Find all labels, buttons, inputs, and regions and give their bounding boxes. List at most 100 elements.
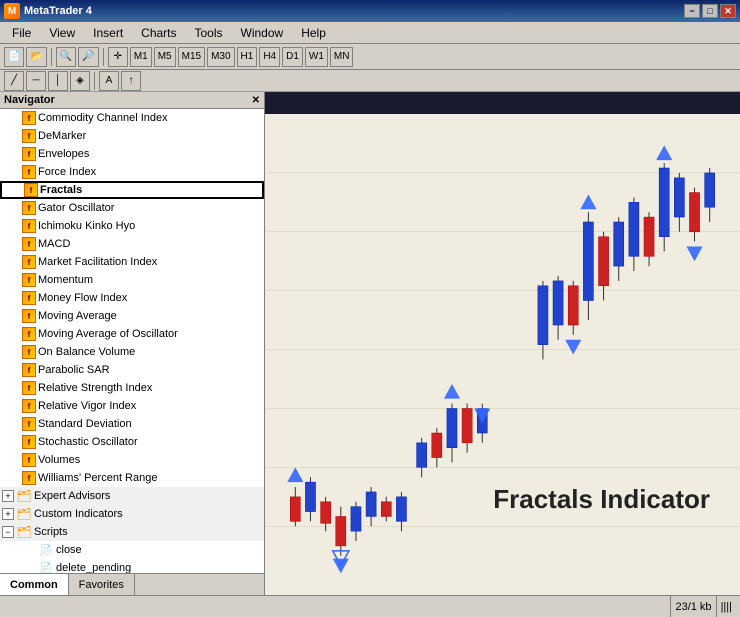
tree-item-ea[interactable]: + 🗂 Expert Advisors bbox=[0, 487, 264, 505]
menu-tools[interactable]: Tools bbox=[187, 24, 231, 42]
fib-button[interactable]: ◈ bbox=[70, 71, 90, 91]
indicator-icon-envelopes: f bbox=[22, 147, 36, 161]
tree-item-envelopes[interactable]: f Envelopes bbox=[0, 145, 264, 163]
text-button[interactable]: A bbox=[99, 71, 119, 91]
tab-favorites[interactable]: Favorites bbox=[69, 574, 135, 595]
navigator-title: Navigator bbox=[4, 94, 55, 106]
indicator-icon-mfi: f bbox=[22, 255, 36, 269]
period-w1-button[interactable]: W1 bbox=[305, 47, 328, 67]
tree-item-ma[interactable]: f Moving Average bbox=[0, 307, 264, 325]
period-m30-button[interactable]: M30 bbox=[207, 47, 234, 67]
tree-item-delete-pending[interactable]: 📄 delete_pending bbox=[0, 559, 264, 573]
tree-item-wpr[interactable]: f Williams' Percent Range bbox=[0, 469, 264, 487]
toolbar: 📄 📂 🔍 🔎 ✛ M1 M5 M15 M30 H1 H4 D1 W1 MN bbox=[0, 44, 740, 70]
hline-button[interactable]: ─ bbox=[26, 71, 46, 91]
tree-item-money-flow[interactable]: f Money Flow Index bbox=[0, 289, 264, 307]
navigator-tree[interactable]: f Commodity Channel Index f DeMarker f E… bbox=[0, 109, 264, 573]
indicator-icon-ma: f bbox=[22, 309, 36, 323]
crosshair-button[interactable]: ✛ bbox=[108, 47, 128, 67]
status-text: 23/1 kb bbox=[675, 601, 711, 613]
indicator-icon-rsi: f bbox=[22, 381, 36, 395]
tree-label-parabolic: Parabolic SAR bbox=[38, 364, 110, 376]
expand-ea-icon[interactable]: + bbox=[2, 490, 14, 502]
sub-toolbar: ╱ ─ │ ◈ A ↑ bbox=[0, 70, 740, 92]
arrow-button[interactable]: ↑ bbox=[121, 71, 141, 91]
indicator-icon-gator: f bbox=[22, 201, 36, 215]
indicator-icon-ichimoku: f bbox=[22, 219, 36, 233]
tree-item-mao[interactable]: f Moving Average of Oscillator bbox=[0, 325, 264, 343]
tree-label-macd: MACD bbox=[38, 238, 70, 250]
vline-button[interactable]: │ bbox=[48, 71, 68, 91]
period-h1-button[interactable]: H1 bbox=[237, 47, 258, 67]
tree-item-stoch[interactable]: f Stochastic Oscillator bbox=[0, 433, 264, 451]
menu-window[interactable]: Window bbox=[233, 24, 292, 42]
navigator-close-button[interactable]: ✕ bbox=[252, 95, 260, 106]
period-m15-button[interactable]: M15 bbox=[178, 47, 205, 67]
indicator-icon-stddev: f bbox=[22, 417, 36, 431]
period-h4-button[interactable]: H4 bbox=[259, 47, 280, 67]
expand-scripts-icon[interactable]: − bbox=[2, 526, 14, 538]
expand-custom-icon[interactable]: + bbox=[2, 508, 14, 520]
open-button[interactable]: 📂 bbox=[26, 47, 46, 67]
tree-item-gator[interactable]: f Gator Oscillator bbox=[0, 199, 264, 217]
title-bar-controls: − □ ✕ bbox=[684, 4, 736, 18]
menu-charts[interactable]: Charts bbox=[133, 24, 184, 42]
chart-canvas: Fractals bbox=[265, 114, 740, 595]
menu-file[interactable]: File bbox=[4, 24, 39, 42]
tree-label-stoch: Stochastic Oscillator bbox=[38, 436, 138, 448]
title-bar-text: MetaTrader 4 bbox=[24, 5, 92, 17]
line-tool-button[interactable]: ╱ bbox=[4, 71, 24, 91]
tree-item-obv[interactable]: f On Balance Volume bbox=[0, 343, 264, 361]
indicator-icon-money-flow: f bbox=[22, 291, 36, 305]
indicator-icon-cci: f bbox=[22, 111, 36, 125]
indicator-icon-macd: f bbox=[22, 237, 36, 251]
tree-item-parabolic[interactable]: f Parabolic SAR bbox=[0, 361, 264, 379]
app-icon: M bbox=[4, 3, 20, 19]
zoom-out-button[interactable]: 🔎 bbox=[78, 47, 98, 67]
tree-label-ichimoku: Ichimoku Kinko Hyo bbox=[38, 220, 135, 232]
tree-item-fractals[interactable]: f Fractals bbox=[0, 181, 264, 199]
tree-item-macd[interactable]: f MACD bbox=[0, 235, 264, 253]
indicator-icon-demarker: f bbox=[22, 129, 36, 143]
indicator-icon-stoch: f bbox=[22, 435, 36, 449]
tree-label-gator: Gator Oscillator bbox=[38, 202, 114, 214]
close-button[interactable]: ✕ bbox=[720, 4, 736, 18]
maximize-button[interactable]: □ bbox=[702, 4, 718, 18]
main-container: Navigator ✕ f Commodity Channel Index f … bbox=[0, 92, 740, 595]
period-m5-button[interactable]: M5 bbox=[154, 47, 176, 67]
chart-area: Fractals bbox=[265, 92, 740, 595]
tree-item-rsi[interactable]: f Relative Strength Index bbox=[0, 379, 264, 397]
menu-view[interactable]: View bbox=[41, 24, 83, 42]
period-mn-button[interactable]: MN bbox=[330, 47, 354, 67]
menu-insert[interactable]: Insert bbox=[85, 24, 131, 42]
tree-item-force[interactable]: f Force Index bbox=[0, 163, 264, 181]
new-chart-button[interactable]: 📄 bbox=[4, 47, 24, 67]
period-d1-button[interactable]: D1 bbox=[282, 47, 303, 67]
menu-help[interactable]: Help bbox=[293, 24, 334, 42]
tree-item-ichimoku[interactable]: f Ichimoku Kinko Hyo bbox=[0, 217, 264, 235]
tree-item-mfi[interactable]: f Market Facilitation Index bbox=[0, 253, 264, 271]
status-bar-bars: |||| bbox=[721, 601, 732, 613]
tree-label-ea: Expert Advisors bbox=[34, 490, 110, 502]
tree-label-close: close bbox=[56, 544, 82, 556]
period-button[interactable]: M1 bbox=[130, 47, 152, 67]
tab-common[interactable]: Common bbox=[0, 574, 69, 595]
tree-item-stddev[interactable]: f Standard Deviation bbox=[0, 415, 264, 433]
tree-label-force: Force Index bbox=[38, 166, 96, 178]
zoom-in-button[interactable]: 🔍 bbox=[56, 47, 76, 67]
tree-label-rvi: Relative Vigor Index bbox=[38, 400, 136, 412]
minimize-button[interactable]: − bbox=[684, 4, 700, 18]
tree-item-momentum[interactable]: f Momentum bbox=[0, 271, 264, 289]
tree-item-custom[interactable]: + 🗂 Custom Indicators bbox=[0, 505, 264, 523]
tree-item-close[interactable]: 📄 close bbox=[0, 541, 264, 559]
indicator-icon-mao: f bbox=[22, 327, 36, 341]
fractals-indicator-label: Fractals Indicator bbox=[493, 484, 710, 515]
tree-label-envelopes: Envelopes bbox=[38, 148, 89, 160]
tree-item-demarker[interactable]: f DeMarker bbox=[0, 127, 264, 145]
tree-item-commodity[interactable]: f Commodity Channel Index bbox=[0, 109, 264, 127]
indicator-icon-fractals: f bbox=[24, 183, 38, 197]
tree-item-rvi[interactable]: f Relative Vigor Index bbox=[0, 397, 264, 415]
tree-item-volumes[interactable]: f Volumes bbox=[0, 451, 264, 469]
tree-item-scripts[interactable]: − 🗂 Scripts bbox=[0, 523, 264, 541]
script-icon-close: 📄 bbox=[38, 542, 54, 558]
